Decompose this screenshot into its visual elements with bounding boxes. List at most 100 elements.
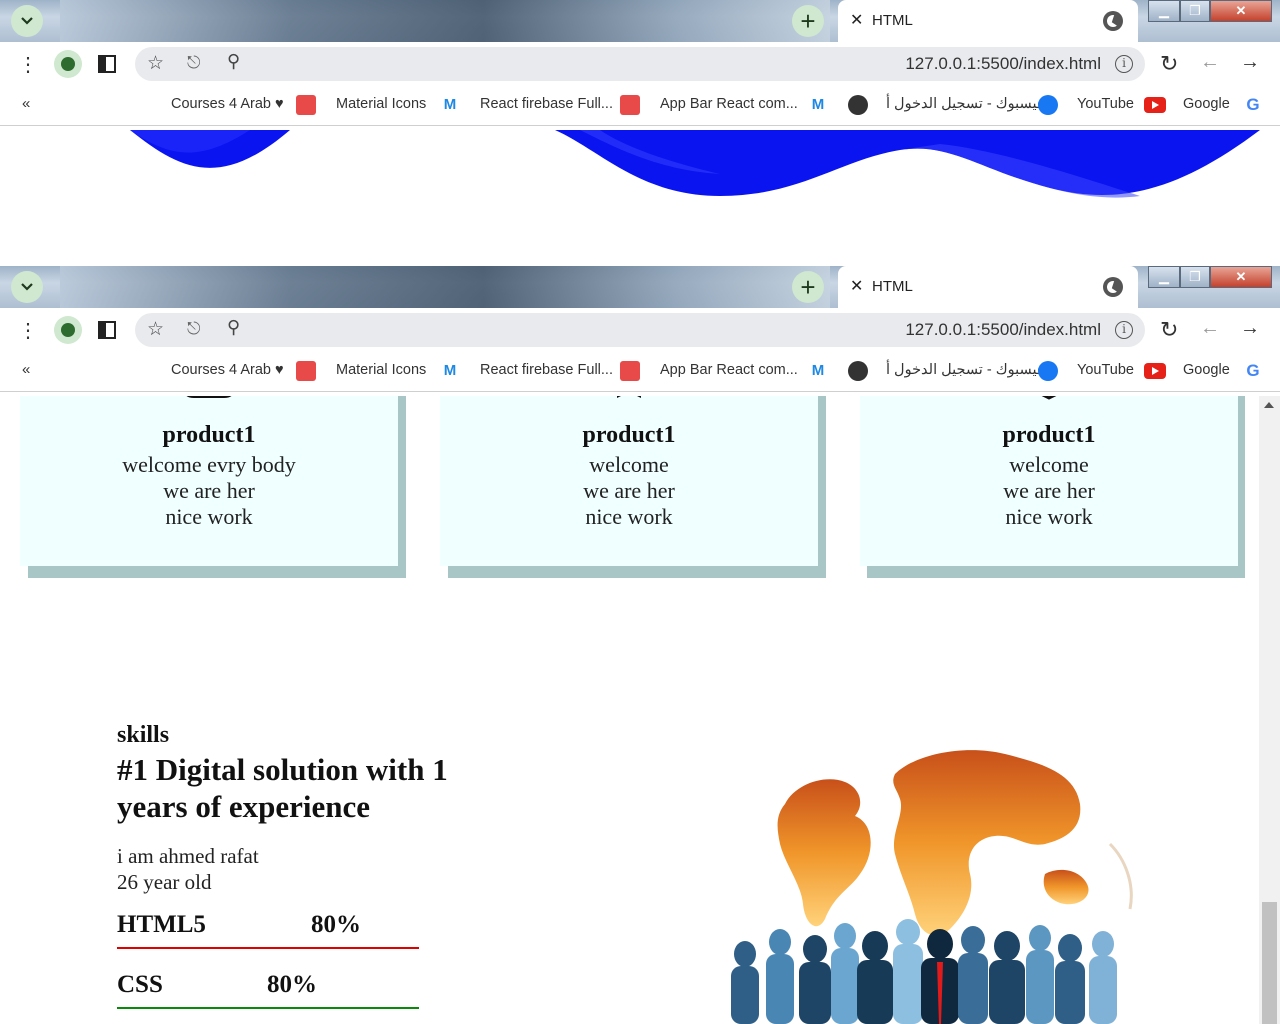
tab-strip: + ✕ HTML ▁ ❐ ✕	[0, 266, 1280, 308]
forward-arrow-icon[interactable]: →	[1240, 51, 1260, 74]
bookmark-courses4arab[interactable]: Courses 4 Arab ♥	[171, 96, 284, 112]
globe-icon[interactable]	[848, 95, 868, 115]
card-title: product1	[162, 422, 256, 448]
skills-section: skills #1 Digital solution with 1 years …	[117, 722, 517, 1015]
bookmark-react-firebase[interactable]: React firebase Full...	[480, 96, 613, 112]
new-tab-button[interactable]: +	[792, 5, 824, 37]
card-line: we are her	[163, 478, 255, 503]
address-bar[interactable]: ☆ ⎋ ⚲ 127.0.0.1:5500/index.html i	[135, 313, 1145, 347]
red-logo-icon	[620, 361, 640, 381]
bookmark-facebook[interactable]: فيسبوك - تسجيل الدخول أ...	[886, 362, 1056, 378]
close-tab-icon[interactable]: ✕	[850, 276, 863, 296]
minimize-button[interactable]: ▁	[1148, 0, 1180, 22]
scrollbar-thumb[interactable]	[1262, 902, 1277, 1024]
reload-icon[interactable]: ↻	[1160, 51, 1178, 77]
browser-toolbar: ⋮ ☆ ⎋ ⚲ 127.0.0.1:5500/index.html i ↻ ← …	[0, 308, 1280, 352]
bookmark-facebook[interactable]: فيسبوك - تسجيل الدخول أ...	[886, 96, 1056, 112]
card-line: we are her	[1003, 478, 1095, 503]
globe-icon	[1103, 11, 1123, 31]
menu-dots-icon[interactable]: ⋮	[18, 52, 38, 77]
bookmark-material-icons[interactable]: Material Icons	[336, 362, 426, 378]
star-icon[interactable]: ☆	[147, 318, 164, 341]
skill-percent: 80%	[267, 971, 317, 998]
bookmarks-bar: « Courses 4 Arab ♥ Material Icons M Reac…	[0, 352, 1280, 392]
page-content-top	[0, 130, 1260, 266]
globe-icon[interactable]	[848, 361, 868, 381]
maximize-button[interactable]: ❐	[1180, 266, 1210, 288]
close-window-button[interactable]: ✕	[1210, 266, 1272, 288]
bookmarks-overflow-icon[interactable]: «	[22, 95, 30, 112]
wave-decoration	[130, 130, 1260, 198]
profile-avatar[interactable]	[54, 50, 82, 78]
site-info-icon[interactable]: i	[1115, 55, 1133, 73]
world-people-illustration	[731, 750, 1133, 1024]
minimize-button[interactable]: ▁	[1148, 266, 1180, 288]
google-icon: G	[1246, 95, 1260, 114]
share-icon[interactable]: ⎋	[187, 53, 200, 73]
menu-dots-icon[interactable]: ⋮	[18, 318, 38, 343]
back-arrow-icon[interactable]: ←	[1200, 51, 1220, 74]
browser-toolbar: ⋮ ☆ ⎋ ⚲ 127.0.0.1:5500/index.html i ↻ ← …	[0, 42, 1280, 86]
close-window-button[interactable]: ✕	[1210, 0, 1272, 22]
forward-arrow-icon[interactable]: →	[1240, 317, 1260, 340]
profile-avatar[interactable]	[54, 316, 82, 344]
red-logo-icon	[296, 95, 316, 115]
card-line: nice work	[1005, 504, 1093, 529]
bookmarks-overflow-icon[interactable]: «	[22, 361, 30, 378]
window-controls: ▁ ❐ ✕	[1148, 266, 1280, 288]
skill-percent: 80%	[311, 911, 361, 938]
product-card: product1 welcome we are her nice work	[440, 396, 818, 566]
card-title: product1	[582, 422, 676, 448]
scroll-up-icon[interactable]	[1264, 402, 1274, 408]
side-panel-icon[interactable]	[98, 321, 116, 339]
back-arrow-icon[interactable]: ←	[1200, 317, 1220, 340]
mui-icon: M	[443, 96, 457, 113]
bio-age: 26 year old	[117, 870, 212, 894]
side-panel-icon[interactable]	[98, 55, 116, 73]
bookmark-google[interactable]: Google	[1183, 362, 1230, 378]
vertical-scrollbar[interactable]	[1259, 396, 1280, 1024]
tab-search-button[interactable]	[11, 271, 43, 303]
bookmark-youtube[interactable]: YouTube	[1077, 362, 1134, 378]
skill-bar	[117, 947, 419, 949]
bookmark-icon	[617, 396, 641, 398]
card-line: nice work	[585, 504, 673, 529]
skills-heading: #1 Digital solution with 1 years of expe…	[117, 752, 448, 824]
bookmark-courses4arab[interactable]: Courses 4 Arab ♥	[171, 362, 284, 378]
window-controls: ▁ ❐ ✕	[1148, 0, 1280, 22]
card-title: product1	[1002, 422, 1096, 448]
card-line: nice work	[165, 504, 253, 529]
facebook-icon	[1038, 361, 1058, 381]
skills-kicker: skills	[117, 722, 170, 748]
star-icon[interactable]: ☆	[147, 52, 164, 75]
product-card: product1 welcome we are her nice work	[860, 396, 1238, 566]
skill-name: HTML5	[117, 911, 206, 938]
zoom-icon[interactable]: ⚲	[227, 51, 240, 72]
maximize-button[interactable]: ❐	[1180, 0, 1210, 22]
mui-icon: M	[811, 96, 825, 113]
red-logo-icon	[296, 361, 316, 381]
bookmark-youtube[interactable]: YouTube	[1077, 96, 1134, 112]
zoom-icon[interactable]: ⚲	[227, 317, 240, 338]
url-text[interactable]: 127.0.0.1:5500/index.html	[905, 320, 1101, 340]
bookmark-react-firebase[interactable]: React firebase Full...	[480, 362, 613, 378]
bookmark-app-bar[interactable]: App Bar React com...	[660, 362, 798, 378]
tab-search-button[interactable]	[11, 5, 43, 37]
bookmark-app-bar[interactable]: App Bar React com...	[660, 96, 798, 112]
chevron-down-icon	[21, 17, 33, 25]
close-tab-icon[interactable]: ✕	[850, 10, 863, 30]
new-tab-button[interactable]: +	[792, 271, 824, 303]
tab-html[interactable]: ✕ HTML	[838, 0, 1138, 42]
skill-html5: HTML5 80%	[117, 895, 419, 955]
address-bar[interactable]: ☆ ⎋ ⚲ 127.0.0.1:5500/index.html i	[135, 47, 1145, 81]
bookmark-material-icons[interactable]: Material Icons	[336, 96, 426, 112]
bookmark-google[interactable]: Google	[1183, 96, 1230, 112]
site-info-icon[interactable]: i	[1115, 321, 1133, 339]
bio-name: i am ahmed rafat	[117, 844, 259, 868]
share-icon[interactable]: ⎋	[187, 319, 200, 339]
reload-icon[interactable]: ↻	[1160, 317, 1178, 343]
chevron-down-icon	[21, 283, 33, 291]
tab-html[interactable]: ✕ HTML	[838, 266, 1138, 308]
url-text[interactable]: 127.0.0.1:5500/index.html	[905, 54, 1101, 74]
skill-css: CSS 80%	[117, 955, 419, 1015]
